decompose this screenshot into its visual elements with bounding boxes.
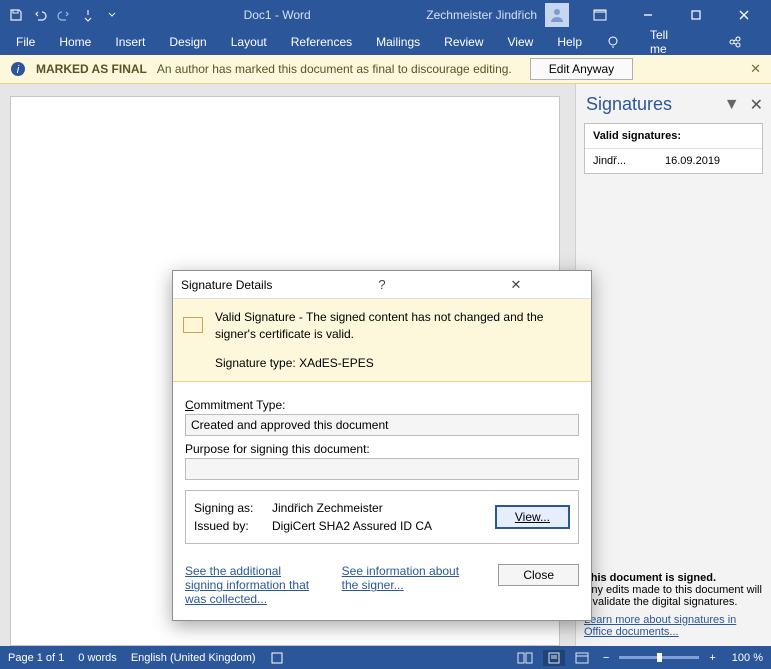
marked-final-label: MARKED AS FINAL — [36, 62, 147, 76]
signature-date: 16.09.2019 — [665, 155, 720, 167]
issued-by-value: DigiCert SHA2 Assured ID CA — [272, 519, 432, 533]
signature-status-icon — [183, 317, 203, 333]
maximize-button[interactable] — [673, 0, 719, 29]
certificate-box: Signing as:Jindřich Zechmeister Issued b… — [185, 490, 579, 544]
user-avatar-icon[interactable] — [545, 3, 569, 27]
tab-view[interactable]: View — [496, 29, 546, 55]
page-indicator[interactable]: Page 1 of 1 — [8, 652, 64, 664]
pane-close-icon[interactable]: ✕ — [750, 95, 763, 115]
info-icon: i — [10, 61, 26, 77]
dialog-close-button[interactable]: Close — [498, 564, 579, 586]
signed-message: Any edits made to this document will inv… — [584, 584, 762, 608]
signatures-pane: Signatures ▼ ✕ Valid signatures: Jindř..… — [575, 84, 771, 646]
tab-layout[interactable]: Layout — [219, 29, 279, 55]
undo-icon[interactable] — [30, 5, 50, 25]
zoom-out-button[interactable]: − — [599, 652, 613, 664]
valid-signatures-header: Valid signatures: — [585, 124, 762, 149]
commitment-type-field: Created and approved this document — [185, 414, 579, 436]
ribbon-tabs: File Home Insert Design Layout Reference… — [0, 29, 771, 55]
purpose-field — [185, 458, 579, 480]
qat-dropdown-icon[interactable] — [102, 5, 122, 25]
signature-type-label: Signature type: — [215, 356, 299, 370]
edit-anyway-button[interactable]: Edit Anyway — [530, 58, 633, 80]
window-title: Doc1 - Word — [128, 8, 426, 22]
signature-status-footer: This document is signed. Any edits made … — [584, 572, 763, 638]
dialog-help-icon[interactable]: ? — [315, 277, 449, 292]
signature-row[interactable]: Jindř... 16.09.2019 — [585, 149, 762, 173]
close-button[interactable] — [721, 0, 767, 29]
valid-signatures-box: Valid signatures: Jindř... 16.09.2019 — [584, 123, 763, 174]
lightbulb-icon — [594, 29, 632, 55]
tab-mailings[interactable]: Mailings — [364, 29, 432, 55]
share-icon — [716, 29, 754, 55]
additional-info-link[interactable]: See the additional signing information t… — [185, 564, 322, 606]
tab-review[interactable]: Review — [432, 29, 495, 55]
share-label[interactable]: Share — [760, 29, 771, 55]
tab-file[interactable]: File — [4, 29, 47, 55]
signed-heading: This document is signed. — [584, 572, 716, 584]
ribbon-options-icon[interactable] — [577, 0, 623, 29]
zoom-level[interactable]: 100 % — [732, 652, 763, 664]
language-indicator[interactable]: English (United Kingdom) — [131, 652, 256, 664]
signature-details-dialog: Signature Details ? ✕ Valid Signature - … — [172, 270, 592, 621]
title-bar: Doc1 - Word Zechmeister Jindřich — [0, 0, 771, 29]
signing-as-label: Signing as: — [194, 499, 272, 517]
status-bar: Page 1 of 1 0 words English (United King… — [0, 646, 771, 669]
accessibility-icon[interactable] — [270, 651, 284, 665]
user-name: Zechmeister Jindřich — [426, 8, 537, 22]
tab-references[interactable]: References — [279, 29, 364, 55]
redo-icon[interactable] — [54, 5, 74, 25]
learn-more-link[interactable]: Learn more about signatures in Office do… — [584, 614, 763, 638]
save-icon[interactable] — [6, 5, 26, 25]
dialog-info-banner: Valid Signature - The signed content has… — [173, 299, 591, 382]
signer-info-link[interactable]: See information about the signer... — [342, 564, 479, 606]
dialog-titlebar[interactable]: Signature Details ? ✕ — [173, 271, 591, 299]
zoom-slider[interactable] — [619, 656, 699, 659]
issued-by-label: Issued by: — [194, 517, 272, 535]
tab-home[interactable]: Home — [47, 29, 103, 55]
tell-me-label[interactable]: Tell me — [638, 29, 680, 55]
view-certificate-button[interactable]: View... — [495, 505, 570, 529]
tab-help[interactable]: Help — [545, 29, 594, 55]
commitment-type-label: Commitment Type: — [185, 398, 579, 412]
signing-as-value: Jindřich Zechmeister — [272, 501, 383, 515]
signatures-pane-title: Signatures — [586, 94, 724, 115]
print-layout-icon[interactable] — [543, 650, 565, 666]
valid-signature-msg: Valid Signature - The signed content has… — [215, 309, 581, 343]
purpose-label: Purpose for signing this document: — [185, 442, 579, 456]
word-count[interactable]: 0 words — [78, 652, 117, 664]
web-layout-icon[interactable] — [571, 650, 593, 666]
marked-final-bar: i MARKED AS FINAL An author has marked t… — [0, 55, 771, 84]
tab-design[interactable]: Design — [157, 29, 218, 55]
zoom-in-button[interactable]: + — [705, 652, 719, 664]
signature-type-row: Signature type: XAdES-EPES — [215, 355, 581, 372]
signature-type-value: XAdES-EPES — [299, 356, 374, 370]
marked-final-msg: An author has marked this document as fi… — [157, 62, 512, 76]
touch-mode-icon[interactable] — [78, 5, 98, 25]
dialog-title: Signature Details — [181, 278, 315, 292]
quick-access-toolbar — [0, 5, 128, 25]
read-mode-icon[interactable] — [513, 650, 537, 666]
pane-options-icon[interactable]: ▼ — [724, 96, 740, 114]
tab-insert[interactable]: Insert — [103, 29, 157, 55]
dialog-close-icon[interactable]: ✕ — [449, 277, 583, 293]
info-bar-close-icon[interactable]: ✕ — [750, 61, 761, 77]
minimize-button[interactable] — [625, 0, 671, 29]
signer-name: Jindř... — [593, 155, 653, 167]
